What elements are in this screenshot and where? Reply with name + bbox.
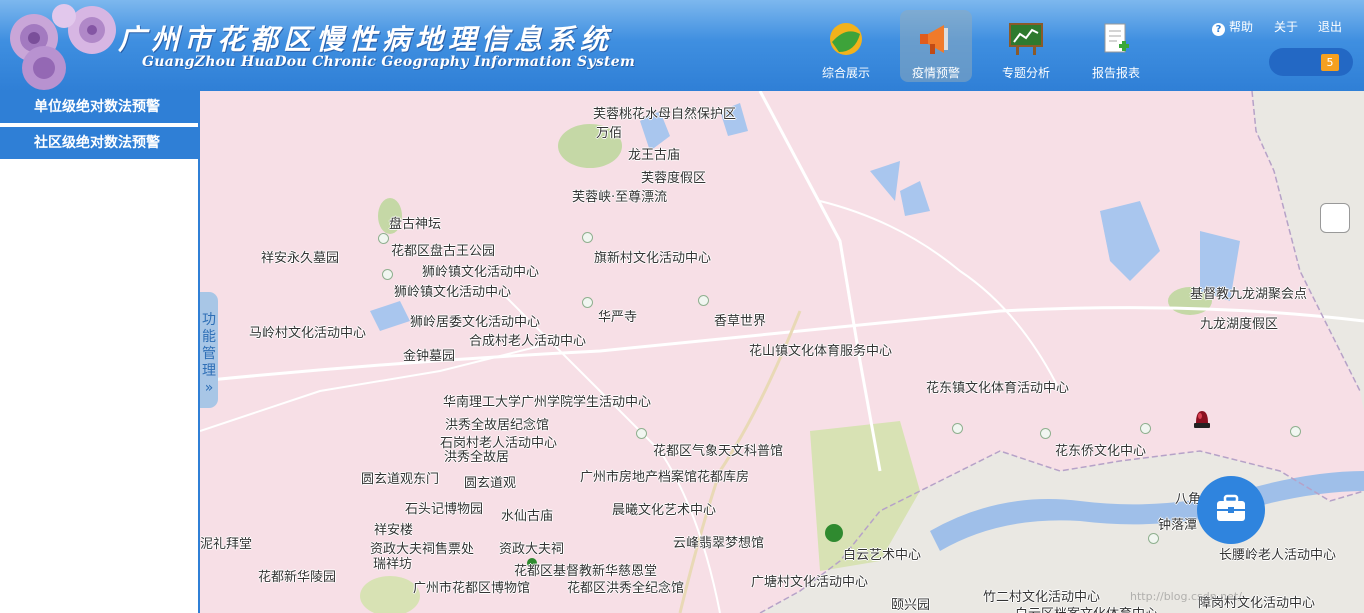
app-header: 广州市花都区慢性病地理信息系统 GuangZhou HuaDou Chronic… xyxy=(0,0,1364,91)
poi-label[interactable]: 基督教九龙湖聚会点 xyxy=(1190,283,1307,302)
watermark: http://blog.csdn.net/ xyxy=(1130,590,1242,603)
poi-label[interactable]: 广州市花都区博物馆 xyxy=(413,577,530,596)
chart-board-icon xyxy=(1009,23,1043,55)
poi-label[interactable]: 花山镇文化体育服务中心 xyxy=(749,340,892,359)
poi-label[interactable]: 祥安楼 xyxy=(374,519,413,538)
globe-icon xyxy=(830,23,862,55)
poi-label[interactable]: 洪秀全故居纪念馆 xyxy=(445,414,549,433)
message-pill[interactable]: 5 xyxy=(1269,48,1353,76)
poi-label[interactable]: 旗新村文化活动中心 xyxy=(594,247,711,266)
poi-label[interactable]: 祥安永久墓园 xyxy=(261,247,339,266)
poi-label[interactable]: 白云艺术中心 xyxy=(843,544,921,563)
poi-label[interactable]: 颐兴园 xyxy=(891,594,930,613)
poi-label[interactable]: 花东镇文化体育活动中心 xyxy=(926,377,1069,396)
poi-label[interactable]: 芙蓉桃花水母自然保护区 xyxy=(593,103,736,122)
poi-label[interactable]: 花东侨文化中心 xyxy=(1055,440,1146,459)
sidebar-item-community-warning[interactable]: 社区级绝对数法预警 xyxy=(0,127,198,159)
poi-pin-icon[interactable] xyxy=(582,297,593,308)
nav-comprehensive-display[interactable]: 综合展示 xyxy=(810,10,882,82)
poi-pin-icon[interactable] xyxy=(1148,533,1159,544)
poi-label[interactable]: 云峰翡翠梦想馆 xyxy=(673,532,764,551)
poi-label[interactable]: 广塘村文化活动中心 xyxy=(751,571,868,590)
poi-label[interactable]: 狮岭镇文化活动中心 xyxy=(394,281,511,300)
poi-label[interactable]: 晨曦文化艺术中心 xyxy=(612,499,716,518)
poi-label[interactable]: 圆玄道观东门 xyxy=(361,468,439,487)
toolbox-fab[interactable] xyxy=(1197,476,1265,544)
nav-label: 疫情预警 xyxy=(911,66,960,80)
poi-label[interactable]: 钟落潭 xyxy=(1158,514,1197,533)
nav-label: 综合展示 xyxy=(821,66,870,80)
poi-label[interactable]: 万佰 xyxy=(596,122,622,141)
poi-label[interactable]: 金钟墓园 xyxy=(403,345,455,364)
poi-label[interactable]: 九龙湖度假区 xyxy=(1200,313,1278,332)
poi-label[interactable]: 洪秀全故居 xyxy=(444,446,509,465)
alarm-siren-icon[interactable] xyxy=(1192,407,1212,429)
poi-label[interactable]: 花都新华陵园 xyxy=(258,566,336,585)
poi-label[interactable]: 水仙古庙 xyxy=(501,505,553,524)
app-subtitle: GuangZhou HuaDou Chronic Geography Infor… xyxy=(142,54,636,70)
poi-label[interactable]: 华南理工大学广州学院学生活动中心 xyxy=(443,391,651,410)
poi-pin-icon[interactable] xyxy=(382,269,393,280)
report-add-icon xyxy=(1104,23,1129,53)
poi-label[interactable]: 合成村老人活动中心 xyxy=(469,330,586,349)
poi-pin-icon[interactable] xyxy=(582,232,593,243)
nav-thematic-analysis[interactable]: 专题分析 xyxy=(990,10,1062,82)
nav-label: 报告报表 xyxy=(1091,66,1140,80)
poi-label[interactable]: 盘古神坛 xyxy=(389,213,441,232)
map-view[interactable]: 芙蓉桃花水母自然保护区 万佰 龙王古庙 芙蓉度假区 芙蓉峡·至尊漂流 盘古神坛 … xyxy=(200,91,1364,613)
sidebar-item-unit-warning[interactable]: 单位级绝对数法预警 xyxy=(0,91,198,123)
poi-label[interactable]: 龙王古庙 xyxy=(628,144,680,163)
logout-link[interactable]: 退出 xyxy=(1318,18,1342,35)
app-title: 广州市花都区慢性病地理信息系统 xyxy=(118,23,614,56)
map-control-button[interactable] xyxy=(1320,203,1350,233)
poi-pin-icon[interactable] xyxy=(698,295,709,306)
function-tab-label: 功能管理 xyxy=(202,312,216,379)
poi-pin-icon[interactable] xyxy=(378,233,389,244)
poi-label[interactable]: 芙蓉度假区 xyxy=(641,167,706,186)
poi-pin-icon[interactable] xyxy=(1040,428,1051,439)
message-count-badge: 5 xyxy=(1321,54,1339,71)
expand-arrow-icon: » xyxy=(204,380,214,396)
poi-pin-icon[interactable] xyxy=(636,428,647,439)
poi-label[interactable]: 狮岭镇文化活动中心 xyxy=(422,261,539,280)
function-management-tab[interactable]: 功能管理 » xyxy=(200,292,218,408)
poi-pin-icon[interactable] xyxy=(1140,423,1151,434)
poi-label[interactable]: 狮岭居委文化活动中心 xyxy=(410,311,540,330)
poi-label[interactable]: 马岭村文化活动中心 xyxy=(249,322,366,341)
poi-pin-icon[interactable] xyxy=(952,423,963,434)
poi-label[interactable]: 花都区气象天文科普馆 xyxy=(653,440,783,459)
help-label: 帮助 xyxy=(1229,20,1254,34)
poi-label[interactable]: 石头记博物园 xyxy=(405,498,483,517)
poi-label[interactable]: 瑞祥坊 xyxy=(373,553,412,572)
nav-epidemic-warning[interactable]: 疫情预警 xyxy=(900,10,972,82)
nav-report[interactable]: 报告报表 xyxy=(1080,10,1152,82)
poi-label[interactable]: 泥礼拜堂 xyxy=(200,533,252,552)
poi-label[interactable]: 长腰岭老人活动中心 xyxy=(1219,544,1336,563)
poi-label[interactable]: 芙蓉峡·至尊漂流 xyxy=(572,186,667,205)
poi-label[interactable]: 广州市房地产档案馆花都库房 xyxy=(580,466,749,485)
poi-label[interactable]: 资政大夫祠 xyxy=(499,538,564,557)
poi-label[interactable]: 花都区盘古王公园 xyxy=(391,240,495,259)
help-icon: ? xyxy=(1212,23,1225,36)
rose-logo-icon xyxy=(10,4,116,90)
poi-label[interactable]: 香草世界 xyxy=(714,310,766,329)
poi-pin-icon[interactable] xyxy=(1290,426,1301,437)
help-link[interactable]: ? 帮助 xyxy=(1212,18,1253,36)
poi-label[interactable]: 圆玄道观 xyxy=(464,472,516,491)
sidebar: 单位级绝对数法预警 社区级绝对数法预警 xyxy=(0,91,200,613)
about-link[interactable]: 关于 xyxy=(1274,18,1298,35)
poi-label[interactable]: 华严寺 xyxy=(598,306,637,325)
poi-label[interactable]: 白云区档案文化体育中心 xyxy=(1015,603,1158,613)
poi-label[interactable]: 花都区洪秀全纪念馆 xyxy=(567,577,684,596)
toolbox-icon xyxy=(1217,494,1245,521)
megaphone-icon xyxy=(920,25,948,54)
nav-label: 专题分析 xyxy=(1001,66,1050,80)
